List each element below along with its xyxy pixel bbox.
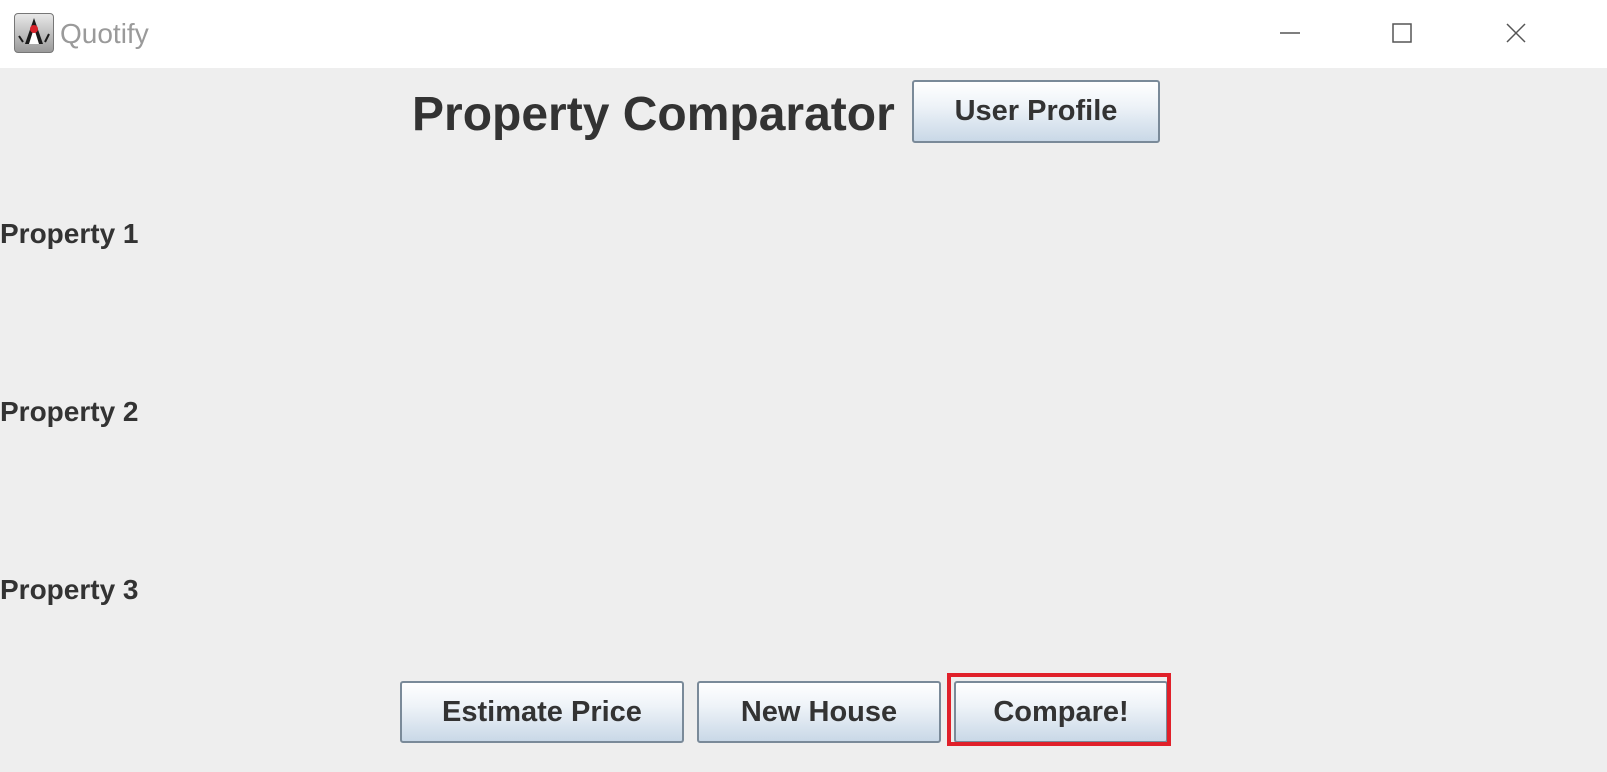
compare-button[interactable]: Compare! <box>954 681 1168 743</box>
property-3-label: Property 3 <box>0 574 139 605</box>
maximize-button[interactable] <box>1352 0 1452 66</box>
property-2-label: Property 2 <box>0 396 139 427</box>
minimize-button[interactable] <box>1240 0 1340 66</box>
user-profile-button[interactable]: User Profile <box>912 80 1160 143</box>
window-title: Quotify <box>60 18 149 49</box>
close-icon <box>1505 22 1527 44</box>
maximize-icon <box>1391 22 1413 44</box>
estimate-price-button[interactable]: Estimate Price <box>400 681 684 743</box>
property-1-label: Property 1 <box>0 218 139 249</box>
minimize-icon <box>1279 22 1301 44</box>
java-duke-icon <box>14 13 54 53</box>
page-title: Property Comparator <box>412 88 895 141</box>
new-house-button[interactable]: New House <box>697 681 941 743</box>
title-bar: Quotify <box>0 0 1607 68</box>
close-button[interactable] <box>1466 0 1566 66</box>
